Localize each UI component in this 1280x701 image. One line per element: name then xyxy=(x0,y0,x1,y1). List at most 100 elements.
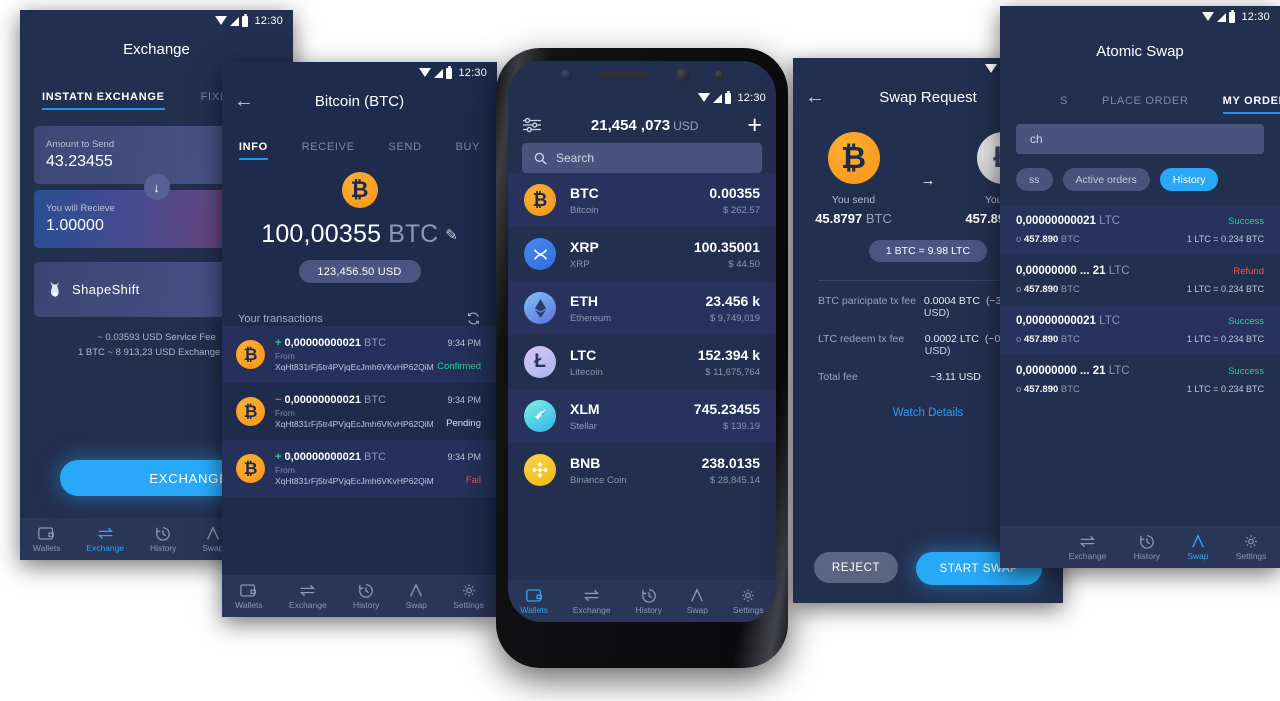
nav-wallets[interactable]: Wallets xyxy=(235,583,263,610)
reject-button[interactable]: REJECT xyxy=(814,552,898,583)
nav-exchange[interactable]: Exchange xyxy=(289,583,327,610)
nav-history[interactable]: History xyxy=(1134,534,1160,561)
status-icons xyxy=(419,65,453,79)
order-amount-unit: LTC xyxy=(1099,215,1121,227)
back-arrow-icon[interactable]: ← xyxy=(805,87,825,107)
nav-swap[interactable]: Swap xyxy=(1187,533,1209,561)
tab-receive[interactable]: RECEIVE xyxy=(302,141,355,160)
ripple-icon xyxy=(524,238,556,270)
history-icon xyxy=(156,526,170,541)
table-row[interactable]: ₿ + 0,00000000021 BTC From XqHt831rFj5tr… xyxy=(222,440,497,497)
tab-instant-exchange[interactable]: INSTATN EXCHANGE xyxy=(42,91,165,110)
table-row[interactable]: 0,00000000 ... 21 LTC Refund o 457.890 B… xyxy=(1000,255,1280,305)
nav-exchange[interactable]: Exchange xyxy=(573,588,611,615)
table-row[interactable]: 0,00000000021 LTC Success o 457.890 BTC … xyxy=(1000,205,1280,255)
table-row[interactable]: ₿ − 0,00000000021 BTC From XqHt831rFj5tr… xyxy=(222,383,497,440)
table-row[interactable]: 0,00000000 ... 21 LTC Success o 457.890 … xyxy=(1000,355,1280,405)
signal-icon xyxy=(230,16,240,26)
list-item[interactable]: BNB Binance Coin 238.0135 $ 28,845.14 xyxy=(508,443,776,497)
battery-icon xyxy=(446,65,453,79)
coin-amount: 152.394 k xyxy=(697,346,760,363)
nav-label: Swap xyxy=(405,599,427,610)
tx-from-label: From xyxy=(275,408,295,418)
coin-usd: $ 11,675,764 xyxy=(705,366,760,378)
ethereum-glyph xyxy=(534,298,546,318)
tab-info[interactable]: INFO xyxy=(238,141,268,160)
nav-history[interactable]: History xyxy=(150,526,176,553)
order-sub-amount: o 457.890 BTC xyxy=(1016,384,1080,395)
tx-unit: BTC xyxy=(364,394,387,406)
tx-meta: 9:34 PM Fail xyxy=(447,452,481,486)
list-item[interactable]: XLM Stellar 745.23455 $ 139.19 xyxy=(508,389,776,443)
sliders-icon[interactable] xyxy=(522,116,542,134)
bitcoin-icon: ₿ xyxy=(236,454,265,483)
nav-label: Wallets xyxy=(520,604,548,615)
list-item[interactable]: Ł LTC Litecoin 152.394 k $ 11,675,764 xyxy=(508,335,776,389)
chip-all-partial[interactable]: ss xyxy=(1016,168,1053,191)
binance-glyph xyxy=(532,462,548,478)
exchange-titlebar: Exchange xyxy=(20,32,293,66)
nav-wallets[interactable]: Wallets xyxy=(33,526,60,553)
bitcoin-tabs: INFO RECEIVE SEND BUY xyxy=(222,126,497,160)
nav-swap[interactable]: Swap xyxy=(202,525,223,553)
chip-active-orders[interactable]: Active orders xyxy=(1062,168,1150,191)
refresh-icon[interactable] xyxy=(466,311,481,326)
status-icons xyxy=(1202,9,1236,23)
tx-from-label: From xyxy=(275,465,295,475)
provider-name: ShapeShift xyxy=(72,282,140,297)
back-arrow-icon[interactable]: ← xyxy=(234,91,254,111)
order-amount-value: 0,00000000 ... 21 xyxy=(1016,365,1106,377)
nav-settings[interactable]: Settings xyxy=(733,588,764,615)
chip-history[interactable]: History xyxy=(1159,168,1219,191)
order-amount-value: 0,00000000021 xyxy=(1016,215,1096,227)
bottom-nav: Wallets Exchange History Swap Settings xyxy=(508,580,776,622)
nav-exchange[interactable]: Exchange xyxy=(86,526,124,553)
status-time: 12:30 xyxy=(458,67,487,79)
transactions-header: Your transactions xyxy=(222,311,497,326)
tab-orders-partial[interactable]: S xyxy=(1060,95,1068,114)
nav-settings[interactable]: Settings xyxy=(1236,534,1266,561)
status-time: 12:30 xyxy=(737,92,766,104)
tab-send[interactable]: SEND xyxy=(388,141,421,160)
order-sub-amount: o 457.890 BTC xyxy=(1016,284,1080,295)
search-placeholder: ch xyxy=(1030,132,1043,146)
list-item[interactable]: ETH Ethereum 23.456 k $ 9,749,019 xyxy=(508,281,776,335)
order-amount-unit: LTC xyxy=(1108,365,1130,377)
atomic-swap-screen: 12:30 Atomic Swap S PLACE ORDER MY ORDER… xyxy=(1000,6,1280,568)
tab-buy[interactable]: BUY xyxy=(455,141,480,160)
tab-my-orders[interactable]: MY ORDERS xyxy=(1222,95,1280,114)
balance-currency: BTC xyxy=(388,220,439,248)
coin-symbol: XLM xyxy=(570,400,600,417)
coin-name: XRP xyxy=(570,258,590,270)
plus-icon[interactable]: + xyxy=(747,113,762,138)
list-item[interactable]: XRP XRP 100.35001 $ 44.50 xyxy=(508,227,776,281)
signal-icon xyxy=(1217,12,1227,22)
order-sub-value: 457.890 xyxy=(1023,384,1059,395)
table-row[interactable]: 0,00000000021 LTC Success o 457.890 BTC … xyxy=(1000,305,1280,355)
coin-info: BTC Bitcoin xyxy=(570,185,695,216)
shapeshift-fox-icon xyxy=(50,281,60,297)
search-input[interactable]: Search xyxy=(522,143,762,173)
nav-wallets[interactable]: Wallets xyxy=(520,588,548,615)
status-badge: Success xyxy=(1228,316,1264,327)
front-camera-icon xyxy=(675,67,689,81)
fee-label: Total fee xyxy=(818,371,858,383)
table-row[interactable]: ₿ + 0,00000000021 BTC From XqHt831rFj5tr… xyxy=(222,326,497,383)
list-item[interactable]: ₿ BTC Bitcoin 0.00355 $ 262.57 xyxy=(508,173,776,227)
nav-history[interactable]: History xyxy=(635,588,662,615)
bitcoin-icon: ₿ xyxy=(236,397,265,426)
fee-label: LTC redeem tx fee xyxy=(818,333,905,345)
nav-swap[interactable]: Swap xyxy=(687,587,708,615)
swap-direction-button[interactable]: ↓ xyxy=(143,174,170,200)
nav-swap[interactable]: Swap xyxy=(405,582,427,610)
coin-info: BNB Binance Coin xyxy=(570,455,688,486)
order-sub-unit: BTC xyxy=(1060,334,1080,345)
pencil-icon[interactable]: ✎ xyxy=(445,226,458,244)
coin-name: Ethereum xyxy=(570,312,612,324)
nav-exchange[interactable]: Exchange xyxy=(1069,534,1106,561)
tab-place-order[interactable]: PLACE ORDER xyxy=(1102,95,1189,114)
search-input[interactable]: ch xyxy=(1016,124,1264,154)
coin-usd: $ 44.50 xyxy=(728,258,760,270)
nav-settings[interactable]: Settings xyxy=(453,583,484,610)
nav-history[interactable]: History xyxy=(353,583,379,610)
